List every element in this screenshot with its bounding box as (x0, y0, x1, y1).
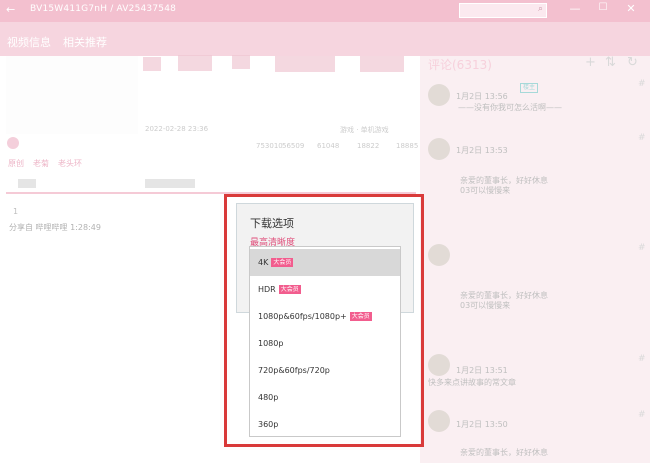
search-input[interactable]: ⌕ (459, 3, 547, 18)
tab-recommendations[interactable]: 相关推荐 (63, 34, 107, 50)
title-bar: ← BV15W411G7nH / AV25437548 ⌕ — ☐ ✕ (0, 0, 650, 22)
minimize-button[interactable]: — (566, 2, 584, 15)
highlight-box (224, 194, 424, 447)
maximize-button[interactable]: ☐ (594, 2, 612, 13)
close-button[interactable]: ✕ (622, 2, 640, 15)
tab-bar: 视频信息 相关推荐 (0, 22, 650, 56)
search-icon[interactable]: ⌕ (538, 4, 543, 14)
tab-video-info[interactable]: 视频信息 (7, 34, 51, 50)
back-arrow-icon[interactable]: ← (6, 3, 15, 16)
video-id-title: BV15W411G7nH / AV25437548 (30, 4, 177, 14)
